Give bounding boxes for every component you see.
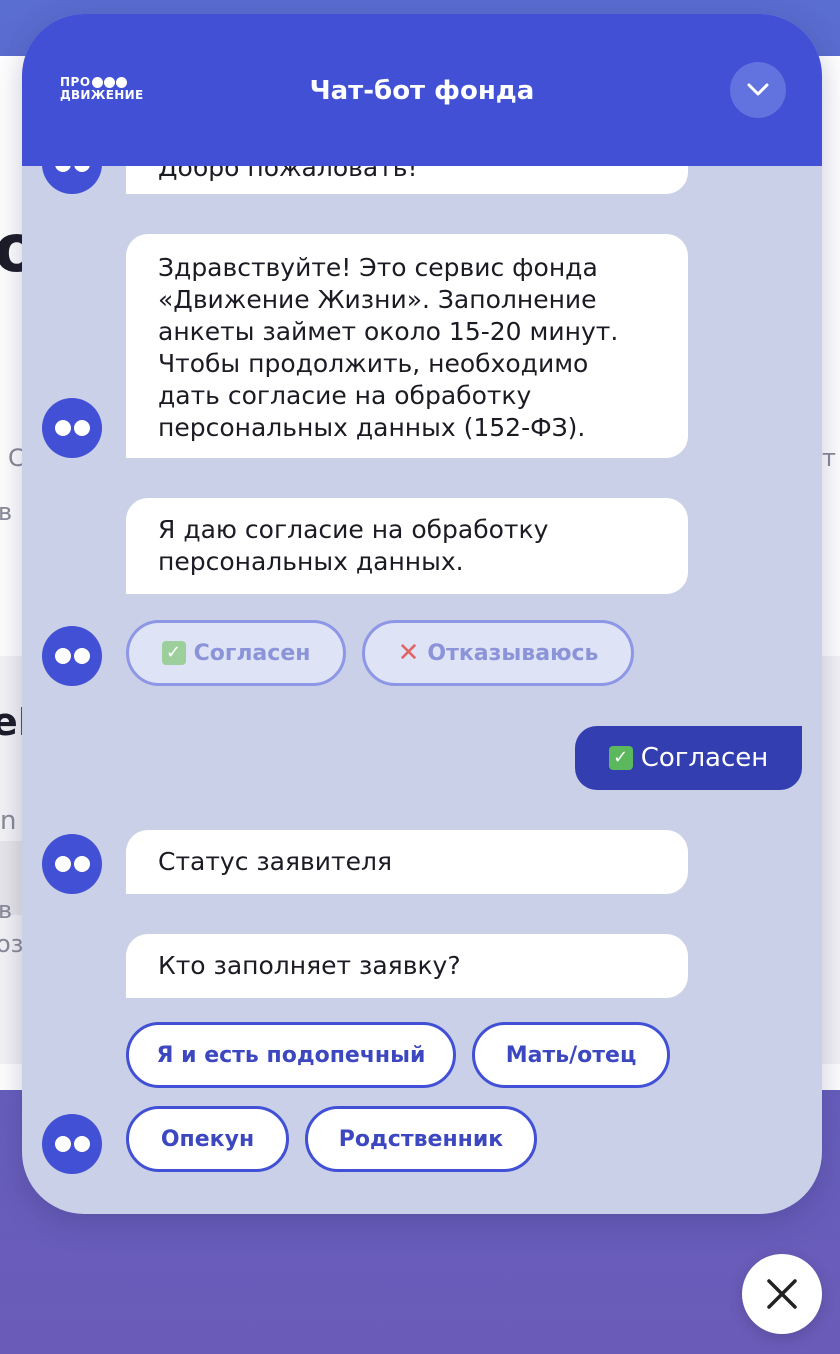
option-self-button[interactable]: Я и есть подопечный (126, 1022, 456, 1088)
option-relative-button[interactable]: Родственник (305, 1106, 537, 1172)
option-parent-button[interactable]: Мать/отец (472, 1022, 670, 1088)
background-input-fragment: n (0, 806, 17, 836)
bot-eye-icon (54, 420, 71, 436)
bot-message-text: Я даю согласие на обработку персональных… (158, 515, 549, 576)
option-guardian-label: Опекун (160, 1126, 255, 1152)
agree-option-button[interactable]: ✓ Согласен (126, 620, 346, 686)
agree-option-label: Согласен (193, 640, 311, 666)
bot-message: Я даю согласие на обработку персональных… (126, 498, 688, 594)
chat-widget: Добро пожаловать! Здравствуйте! Это серв… (22, 14, 822, 1214)
background-text-fragment: т (822, 444, 836, 472)
bot-message: Кто заполняет заявку? (126, 934, 688, 998)
bot-message-text: Кто заполняет заявку? (158, 951, 461, 980)
cross-icon: ✕ (397, 638, 420, 668)
user-message-text: Согласен (640, 743, 769, 773)
chevron-down-icon (747, 83, 769, 96)
bot-message-text: Статус заявителя (158, 847, 392, 876)
bot-message: Здравствуйте! Это сервис фонда «Движение… (126, 234, 688, 458)
option-guardian-button[interactable]: Опекун (126, 1106, 289, 1172)
bot-eye-icon (73, 420, 90, 436)
background-text-fragment: в (0, 896, 13, 924)
bot-avatar (42, 1114, 102, 1174)
option-parent-label: Мать/отец (505, 1042, 637, 1068)
option-relative-label: Родственник (338, 1126, 504, 1152)
chat-title: Чат-бот фонда (309, 76, 535, 106)
background-text-fragment: оз (0, 930, 24, 958)
close-chat-button[interactable] (742, 1254, 822, 1334)
bot-message: Статус заявителя (126, 830, 688, 894)
bot-avatar (42, 626, 102, 686)
bot-message-text: Здравствуйте! Это сервис фонда «Движение… (158, 253, 619, 442)
bot-eye-icon (54, 1136, 71, 1152)
bot-eye-icon (54, 648, 71, 664)
refuse-option-button[interactable]: ✕ Отказываюсь (362, 620, 634, 686)
bot-eye-icon (73, 648, 90, 664)
close-icon (767, 1279, 797, 1309)
user-message: ✓ Согласен (575, 726, 802, 790)
bot-avatar (42, 398, 102, 458)
chat-header: ПРО ДВИЖЕНИЕ Чат-бот фонда (22, 14, 822, 166)
bot-eye-icon (73, 1136, 90, 1152)
option-self-label: Я и есть подопечный (156, 1042, 426, 1068)
checkmark-icon: ✓ (608, 746, 633, 770)
refuse-option-label: Отказываюсь (427, 640, 599, 666)
bot-eye-icon (54, 856, 71, 872)
checkmark-icon: ✓ (161, 641, 186, 665)
bot-avatar (42, 834, 102, 894)
collapse-button[interactable] (730, 62, 786, 118)
message-list[interactable]: Добро пожаловать! Здравствуйте! Это серв… (22, 14, 822, 1214)
bot-eye-icon (73, 856, 90, 872)
